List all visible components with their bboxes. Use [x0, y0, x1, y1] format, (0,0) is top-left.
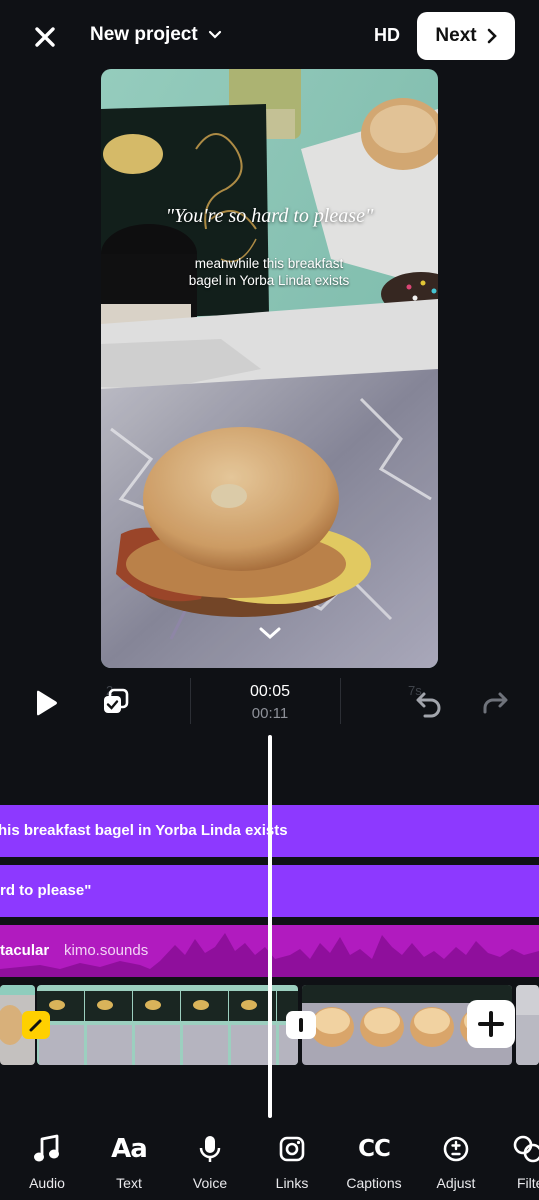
tool-label: Adjust	[436, 1175, 476, 1191]
text-aa-icon: Aa	[111, 1134, 148, 1164]
tool-filters[interactable]: Filte	[503, 1132, 539, 1200]
bottom-toolbar: Audio Aa Text Voice Links CC Captions Ad…	[0, 1120, 539, 1200]
duplicate-icon[interactable]	[100, 686, 132, 718]
tool-label: Voice	[192, 1175, 228, 1191]
tool-voice[interactable]: Voice	[175, 1132, 245, 1200]
tool-label: Filte	[517, 1175, 539, 1191]
video-preview[interactable]: "You're so hard to please" meanwhile thi…	[101, 69, 438, 668]
tool-adjust[interactable]: Adjust	[421, 1132, 491, 1200]
tool-label: Text	[116, 1175, 142, 1191]
split-marker-icon	[299, 1018, 303, 1032]
close-button[interactable]	[28, 20, 62, 54]
adjust-icon	[443, 1136, 469, 1162]
preview-image	[101, 69, 438, 668]
tool-links[interactable]: Links	[257, 1132, 327, 1200]
tool-captions[interactable]: CC Captions	[339, 1132, 409, 1200]
filter-icon	[513, 1135, 539, 1163]
close-icon	[35, 27, 55, 47]
clip-transition-button[interactable]	[286, 1011, 316, 1039]
plus-icon	[478, 1011, 504, 1037]
time-divider	[340, 678, 341, 724]
add-clip-button[interactable]	[467, 1000, 515, 1048]
edit-clip-button[interactable]	[22, 1011, 50, 1039]
tool-audio[interactable]: Audio	[12, 1132, 82, 1200]
overlay-quote-text[interactable]: "You're so hard to please"	[101, 205, 438, 228]
audio-title: tacular	[0, 942, 50, 959]
current-time: 00:05	[249, 683, 291, 700]
video-clip[interactable]	[37, 985, 298, 1065]
tool-text[interactable]: Aa Text	[94, 1132, 164, 1200]
tool-label: Captions	[346, 1175, 402, 1191]
collapse-chevron-icon[interactable]	[257, 625, 283, 641]
chevron-down-icon	[208, 30, 221, 39]
project-title-dropdown[interactable]: New project	[90, 24, 222, 46]
next-button-label: Next	[435, 25, 477, 46]
music-note-icon	[34, 1134, 59, 1162]
audio-artist: kimo.sounds	[64, 942, 149, 959]
playhead[interactable]	[268, 735, 272, 1118]
redo-icon[interactable]	[480, 688, 510, 718]
instagram-icon	[279, 1136, 305, 1162]
next-button[interactable]: Next	[417, 12, 515, 60]
text-track-label: rd to please"	[0, 882, 92, 899]
video-clip[interactable]	[516, 985, 539, 1065]
project-title: New project	[90, 24, 198, 45]
chevron-right-icon	[487, 28, 497, 44]
pencil-icon	[29, 1019, 42, 1032]
top-bar: New project HD Next	[0, 0, 539, 72]
undo-icon[interactable]	[414, 688, 444, 718]
tool-label: Audio	[29, 1175, 65, 1191]
quality-toggle[interactable]: HD	[374, 25, 400, 46]
cc-icon: CC	[358, 1136, 391, 1162]
play-icon[interactable]	[30, 688, 60, 718]
text-track-label: his breakfast bagel in Yorba Linda exist…	[0, 822, 288, 839]
time-divider	[190, 678, 191, 724]
overlay-caption-text[interactable]: meanwhile this breakfast bagel in Yorba …	[179, 255, 359, 289]
tool-label: Links	[275, 1175, 309, 1191]
total-time: 00:11	[251, 705, 289, 722]
microphone-icon	[199, 1136, 221, 1162]
